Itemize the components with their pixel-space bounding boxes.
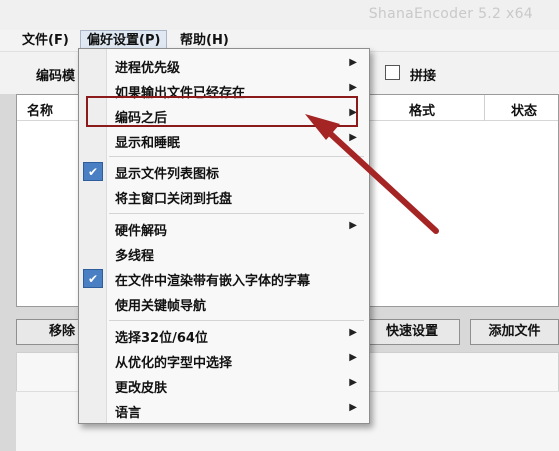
check-icon: ✔ [83, 162, 103, 181]
menu-item-label: 使用关键帧导航 [115, 299, 207, 314]
submenu-arrow-icon: ▶ [349, 377, 357, 388]
quick-settings-label: 快速设置 [385, 324, 438, 339]
menu-separator [109, 320, 364, 321]
menu-item-label: 在文件中渲染带有嵌入字体的字幕 [115, 274, 311, 289]
menu-item-optimized-fonts[interactable]: 从优化的字型中选择 ▶ [79, 349, 369, 373]
menu-item-display-sleep[interactable]: 显示和睡眠 ▶ [79, 129, 369, 153]
add-file-button[interactable]: 添加文件 [470, 319, 559, 345]
submenu-arrow-icon: ▶ [349, 57, 357, 68]
encode-mode-label: 编码模 [36, 69, 76, 84]
submenu-arrow-icon: ▶ [349, 220, 357, 231]
menu-item-select-32-64[interactable]: 选择32位/64位 ▶ [79, 324, 369, 348]
menu-item-label: 进程优先级 [115, 61, 181, 76]
check-icon: ✔ [83, 269, 103, 288]
annotation-highlight-box [86, 96, 358, 127]
menu-item-change-skin[interactable]: 更改皮肤 ▶ [79, 374, 369, 398]
submenu-arrow-icon: ▶ [349, 402, 357, 413]
menu-item-multithreading[interactable]: 多线程 [79, 242, 369, 266]
menu-file[interactable]: 文件(F) [16, 30, 75, 52]
menu-item-keyframe-navigation[interactable]: 使用关键帧导航 [79, 292, 369, 316]
menu-item-render-embedded-subtitles[interactable]: ✔ 在文件中渲染带有嵌入字体的字幕 [79, 267, 369, 291]
concat-checkbox[interactable] [385, 65, 400, 80]
menu-item-label: 将主窗口关闭到托盘 [115, 192, 233, 207]
window-title: ShanaEncoder 5.2 x64 [368, 6, 533, 22]
submenu-arrow-icon: ▶ [349, 132, 357, 143]
menu-item-label: 语言 [115, 406, 142, 421]
remove-button-label: 移除 [48, 324, 75, 339]
menu-item-close-to-tray[interactable]: 将主窗口关闭到托盘 [79, 185, 369, 209]
menu-item-label: 更改皮肤 [115, 381, 168, 396]
submenu-arrow-icon: ▶ [349, 352, 357, 363]
menu-item-label: 选择32位/64位 [115, 331, 208, 346]
menu-item-label: 显示文件列表图标 [115, 167, 220, 182]
menu-item-label: 从优化的字型中选择 [115, 356, 233, 371]
column-divider[interactable] [484, 95, 485, 121]
concat-label: 拼接 [410, 69, 437, 84]
quick-settings-button[interactable]: 快速设置 [364, 319, 460, 345]
menu-item-label: 硬件解码 [115, 224, 168, 239]
submenu-arrow-icon: ▶ [349, 82, 357, 93]
column-name[interactable]: 名称 [27, 100, 53, 119]
column-status[interactable]: 状态 [511, 100, 537, 119]
menu-separator [109, 156, 364, 157]
menu-item-label: 多线程 [115, 249, 155, 264]
menu-item-label: 显示和睡眠 [115, 136, 181, 151]
menu-item-process-priority[interactable]: 进程优先级 ▶ [79, 54, 369, 78]
menu-item-hardware-decoding[interactable]: 硬件解码 ▶ [79, 217, 369, 241]
menu-item-show-file-icons[interactable]: ✔ 显示文件列表图标 [79, 160, 369, 184]
submenu-arrow-icon: ▶ [349, 327, 357, 338]
title-bar: ShanaEncoder 5.2 x64 [0, 0, 559, 30]
menu-separator [109, 213, 364, 214]
column-format[interactable]: 格式 [409, 100, 435, 119]
menu-item-language[interactable]: 语言 ▶ [79, 399, 369, 423]
add-file-label: 添加文件 [488, 324, 541, 339]
